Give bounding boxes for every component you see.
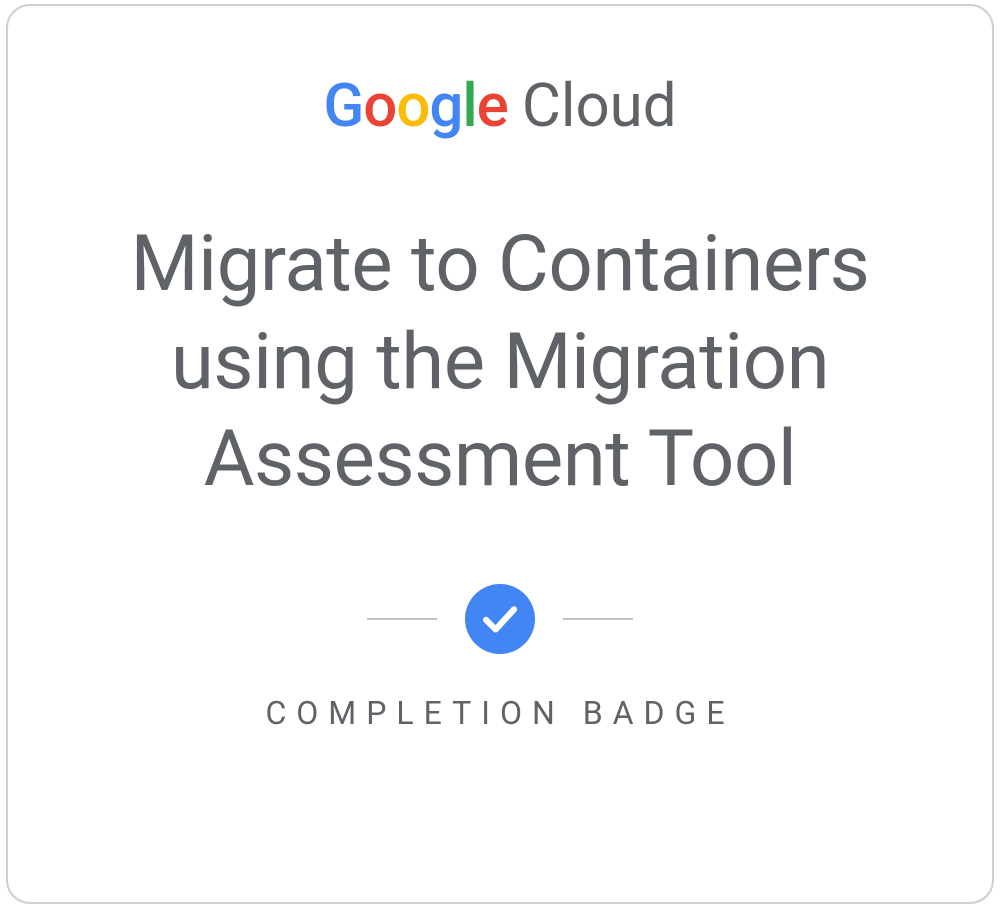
divider-line-left <box>367 618 437 620</box>
divider-row <box>367 584 633 654</box>
logo-letter-g: G <box>323 70 363 141</box>
completion-badge-label: COMPLETION BADGE <box>265 694 734 732</box>
cloud-wordmark: Cloud <box>522 76 677 136</box>
logo-letter-l: l <box>462 70 476 141</box>
google-cloud-logo: Google Cloud <box>323 76 676 136</box>
badge-card: Google Cloud Migrate to Containers using… <box>6 4 994 904</box>
google-wordmark: Google <box>323 76 507 136</box>
logo-letter-e: e <box>477 70 508 141</box>
logo-letter-g: g <box>429 70 462 141</box>
logo-letter-o: o <box>396 70 429 141</box>
logo-letter-o: o <box>363 70 396 141</box>
checkmark-icon <box>465 584 535 654</box>
divider-line-right <box>563 618 633 620</box>
course-title: Migrate to Containers using the Migratio… <box>48 216 952 509</box>
